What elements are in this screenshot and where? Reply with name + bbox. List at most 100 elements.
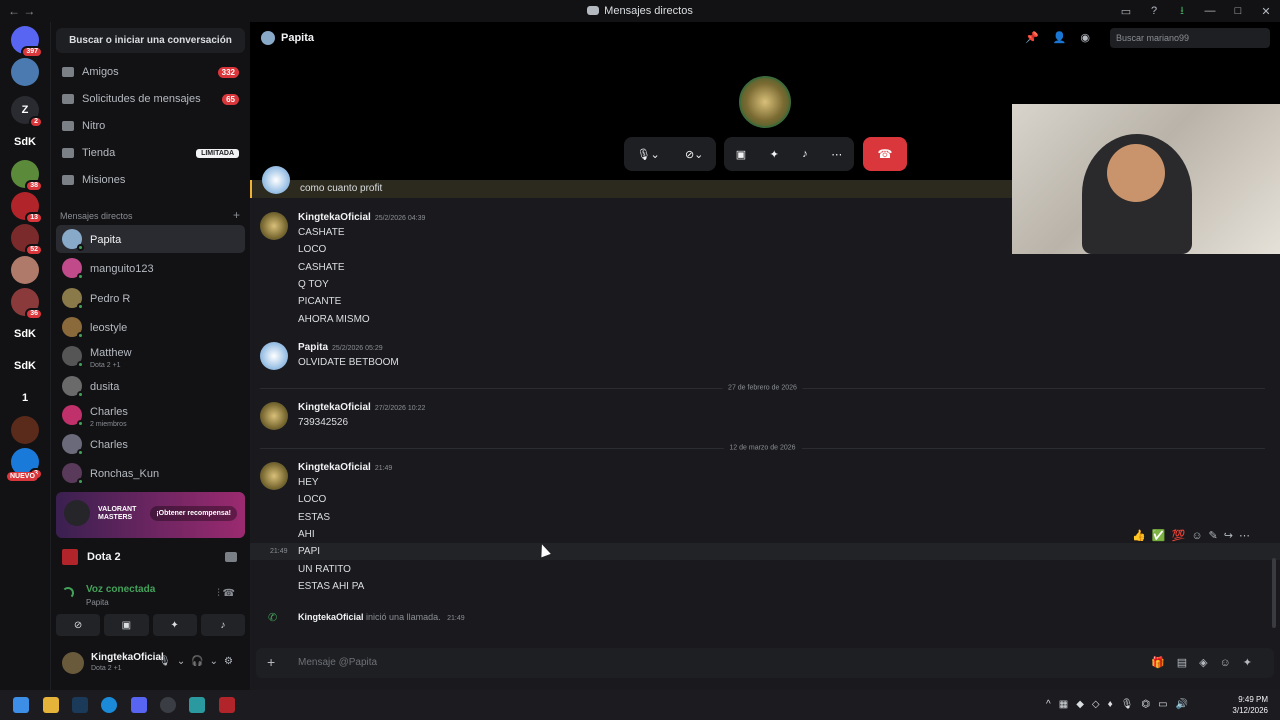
dm-item[interactable]: Charles 2 miembros	[56, 401, 245, 429]
shop-icon	[62, 148, 74, 158]
camera-off-icon[interactable]: ⊘	[56, 614, 101, 636]
server-icon[interactable]: 13	[11, 192, 43, 224]
date-separator: 27 de febrero de 2026	[260, 384, 1265, 392]
nav-item[interactable]: Tienda LIMITADA	[56, 141, 245, 165]
message-author[interactable]: Papita 25/2/2026 05:29	[298, 342, 383, 353]
steam-icon[interactable]	[72, 697, 88, 713]
server-icon[interactable]: SdK	[11, 352, 39, 380]
dm-item[interactable]: leostyle	[56, 313, 245, 341]
more-icon[interactable]: ⋯	[831, 148, 842, 161]
soundboard-icon[interactable]: ♪	[200, 614, 245, 636]
windows-start-icon[interactable]	[13, 697, 29, 713]
server-icon[interactable]: SdK	[11, 320, 39, 348]
message-author[interactable]: KingtekaOficial 21:49	[298, 462, 392, 473]
disconnect-icon[interactable]: ⫶ ☎	[217, 588, 235, 599]
current-game[interactable]: Dota 2	[56, 544, 245, 570]
dm-item[interactable]: Ronchas_Kun	[56, 459, 245, 487]
scrollbar[interactable]	[1272, 558, 1276, 628]
nav-badge: 65	[222, 93, 239, 105]
notes-icon[interactable]	[189, 697, 205, 713]
message-author[interactable]: KingtekaOficial 27/2/2026 10:22	[298, 402, 425, 413]
close-button[interactable]: ✕	[1252, 5, 1280, 18]
download-icon[interactable]: ⭳	[1168, 2, 1196, 21]
nav-item[interactable]: Misiones	[56, 168, 245, 192]
author-name[interactable]: KingtekaOficial	[298, 402, 371, 413]
date-separator: 12 de marzo de 2026	[260, 444, 1265, 452]
minimize-button[interactable]: —	[1196, 5, 1224, 17]
message-actions[interactable]: 👍✅💯☺✎↪⋯	[1132, 529, 1256, 549]
hang-up-button[interactable]: ☎	[863, 137, 907, 171]
create-dm-icon[interactable]: +	[233, 208, 240, 222]
activities-icon[interactable]: ✦	[770, 148, 779, 161]
clock[interactable]: 9:49 PM 3/12/2026	[1232, 694, 1268, 716]
server-icon[interactable]	[11, 58, 39, 86]
server-icon[interactable]	[11, 256, 39, 284]
author-name[interactable]: KingtekaOficial	[298, 462, 371, 473]
message-avatar[interactable]	[260, 212, 288, 240]
server-icon[interactable]: Z2	[11, 96, 43, 128]
server-icon[interactable]: 52	[11, 224, 43, 256]
file-explorer-icon[interactable]	[43, 697, 59, 713]
message-avatar[interactable]	[260, 402, 288, 430]
dota-icon	[62, 549, 78, 565]
server-icon[interactable]: 36	[11, 288, 43, 320]
dm-text: dusita	[90, 377, 119, 395]
author-name[interactable]: KingtekaOficial	[298, 212, 371, 223]
claim-reward-button[interactable]: ¡Obtener recompensa!	[150, 506, 237, 521]
nav-item[interactable]: Solicitudes de mensajes 65	[56, 87, 245, 111]
dm-item[interactable]: Charles	[56, 430, 245, 458]
server-badge: 36	[25, 308, 43, 320]
search-input[interactable]: Buscar mariano99	[1110, 28, 1270, 48]
voice-status[interactable]: Voz conectada	[86, 584, 155, 595]
attach-icon[interactable]: +	[267, 654, 275, 670]
inbox-icon[interactable]: ▭	[1112, 5, 1140, 18]
user-avatar[interactable]	[62, 652, 84, 674]
edge-icon[interactable]	[101, 697, 117, 713]
message-avatar[interactable]	[260, 462, 288, 490]
dm-item[interactable]: manguito123	[56, 254, 245, 282]
message-avatar[interactable]	[260, 342, 288, 370]
message-author[interactable]: KingtekaOficial 25/2/2026 04:39	[298, 212, 425, 223]
server-icon[interactable]: 38	[11, 160, 43, 192]
dm-item[interactable]: Papita	[56, 225, 245, 253]
nav-item[interactable]: Nitro	[56, 114, 245, 138]
dm-item[interactable]: Pedro R	[56, 284, 245, 312]
server-icon[interactable]: 1	[11, 384, 39, 412]
activities-icon[interactable]: ✦	[152, 614, 197, 636]
discord-icon[interactable]	[131, 697, 147, 713]
signal-icon[interactable]	[62, 587, 74, 599]
screen-share-icon[interactable]: ▣	[104, 614, 149, 636]
webcam-overlay[interactable]	[1012, 104, 1280, 254]
hovered-message-row[interactable]	[250, 543, 1280, 560]
input-tools[interactable]: 🎁▤◈☺✦	[1151, 656, 1264, 669]
server-icon[interactable]: 397	[11, 26, 43, 58]
nav-item[interactable]: Amigos 332	[56, 60, 245, 84]
dota-icon[interactable]	[219, 697, 235, 713]
avatar	[62, 404, 84, 427]
help-icon[interactable]: ?	[1140, 5, 1168, 17]
camera-off-icon[interactable]: ⊘⌄	[685, 148, 703, 161]
server-icon[interactable]: SdK	[11, 128, 39, 156]
header-icons[interactable]: 📌👤◉	[1025, 31, 1104, 44]
user-controls[interactable]: 🎙⌄🎧⌄⚙	[158, 656, 239, 667]
mic-icon[interactable]: 🎙⌄	[637, 148, 660, 161]
dm-item[interactable]: Matthew Dota 2 +1	[56, 342, 245, 370]
screen-share-icon[interactable]: ▣	[736, 148, 746, 161]
maximize-button[interactable]: □	[1224, 5, 1252, 17]
author-name[interactable]: Papita	[298, 342, 328, 353]
promo-banner[interactable]: VALORANT MASTERS ¡Obtener recompensa!	[56, 492, 245, 538]
message-input[interactable]: + Mensaje @Papita 🎁▤◈☺✦	[256, 648, 1274, 678]
nav-badge: LIMITADA	[196, 148, 239, 158]
system-tray[interactable]: ^▦◆◇♦🎙⏣▭🔊	[1046, 699, 1196, 710]
search-conversation-button[interactable]: Buscar o iniciar una conversación	[56, 28, 245, 53]
server-badge: 397	[21, 46, 43, 58]
soundboard-icon[interactable]: ♪	[802, 148, 808, 160]
stream-icon[interactable]	[225, 552, 237, 562]
call-author[interactable]: KingtekaOficial	[298, 612, 364, 622]
message-timestamp: 27/2/2026 10:22	[374, 405, 426, 412]
server-icon[interactable]	[11, 416, 39, 444]
channel-avatar	[261, 31, 275, 45]
user-name[interactable]: KingtekaOficial	[91, 652, 164, 663]
app-icon[interactable]	[160, 697, 176, 713]
dm-item[interactable]: dusita	[56, 372, 245, 400]
